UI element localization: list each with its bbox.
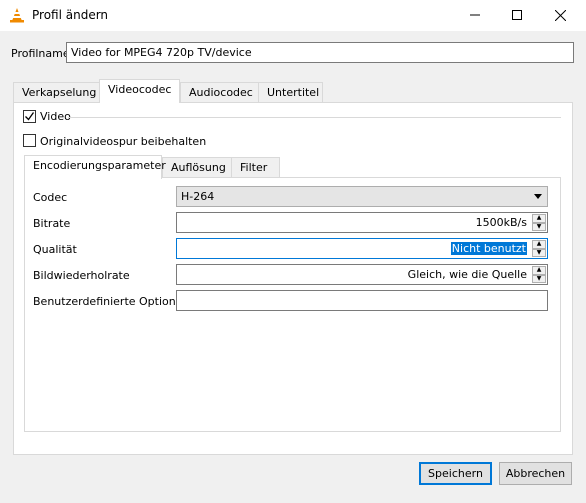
maximize-icon: [512, 10, 522, 20]
bitrate-down-icon[interactable]: ▼: [532, 222, 546, 231]
quality-up-icon[interactable]: ▲: [532, 240, 546, 249]
quality-value: Nicht benutzt: [450, 242, 527, 255]
quality-label: Qualität: [33, 243, 77, 256]
vlc-cone-icon: [9, 7, 25, 23]
codec-select[interactable]: H-264: [176, 186, 548, 207]
chevron-down-icon: [534, 194, 542, 199]
tab-videocodec[interactable]: Videocodec: [99, 79, 180, 103]
checkmark-icon: [25, 112, 35, 121]
custom-options-input[interactable]: [176, 290, 548, 311]
tab-aufloesung[interactable]: Auflösung: [162, 157, 232, 178]
framerate-value: Gleich, wie die Quelle: [407, 268, 527, 281]
maximize-button[interactable]: [495, 0, 539, 30]
close-button[interactable]: [538, 0, 582, 30]
keep-original-label: Originalvideospur beibehalten: [40, 135, 207, 148]
save-button[interactable]: Speichern: [419, 462, 492, 485]
cancel-button[interactable]: Abbrechen: [499, 462, 572, 485]
keep-original-checkbox[interactable]: [23, 134, 36, 147]
quality-stepper[interactable]: ▲ ▼: [532, 240, 546, 257]
framerate-spinbox[interactable]: Gleich, wie die Quelle ▲ ▼: [176, 264, 548, 285]
video-group-separator: [68, 117, 561, 118]
tab-verkapselung[interactable]: Verkapselung: [13, 82, 100, 103]
profile-name-input[interactable]: Video for MPEG4 720p TV/device: [66, 42, 574, 63]
bitrate-label: Bitrate: [33, 217, 71, 230]
custom-options-label: Benutzerdefinierte Optionen: [33, 295, 190, 308]
bitrate-spinbox[interactable]: 1500kB/s ▲ ▼: [176, 212, 548, 233]
tab-filter[interactable]: Filter: [231, 157, 280, 178]
codec-label: Codec: [33, 191, 68, 204]
tab-encodierungsparameter[interactable]: Encodierungsparameter: [24, 155, 166, 179]
minimize-button[interactable]: [453, 0, 497, 30]
framerate-label: Bildwiederholrate: [33, 269, 130, 282]
tab-audiocodec[interactable]: Audiocodec: [180, 82, 259, 103]
video-checkbox-label: Video: [40, 110, 71, 123]
window-title: Profil ändern: [32, 8, 109, 22]
tab-untertitel[interactable]: Untertitel: [258, 82, 323, 103]
framerate-down-icon[interactable]: ▼: [532, 274, 546, 283]
profile-name-label: Profilname: [11, 47, 70, 60]
framerate-up-icon[interactable]: ▲: [532, 266, 546, 275]
bitrate-stepper[interactable]: ▲ ▼: [532, 214, 546, 231]
framerate-stepper[interactable]: ▲ ▼: [532, 266, 546, 283]
codec-value: H-264: [181, 190, 215, 203]
quality-down-icon[interactable]: ▼: [532, 248, 546, 257]
video-checkbox[interactable]: [23, 110, 36, 123]
bitrate-up-icon[interactable]: ▲: [532, 214, 546, 223]
minimize-icon: [470, 14, 480, 16]
bitrate-value: 1500kB/s: [475, 216, 527, 229]
quality-spinbox[interactable]: Nicht benutzt ▲ ▼: [176, 238, 548, 259]
close-icon: [554, 9, 566, 21]
